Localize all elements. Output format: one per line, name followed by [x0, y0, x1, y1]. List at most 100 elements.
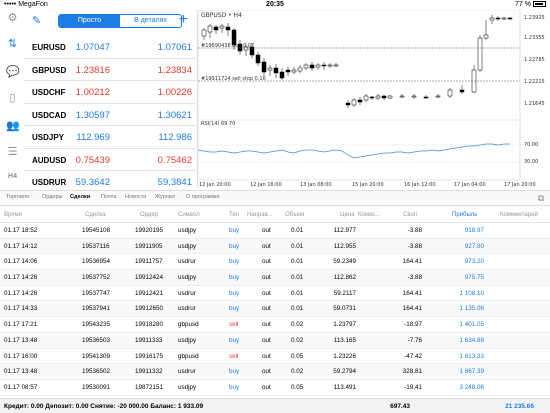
table-cell: 01.17 14:33: [4, 305, 38, 313]
quote-ask[interactable]: 112.986: [158, 132, 192, 143]
users-icon[interactable]: 👥: [6, 120, 20, 133]
table-row[interactable]: 01.17 18:52 19545108 19920195 usdjpy buy out 0…: [0, 223, 550, 239]
chart-panel[interactable]: GBPUSD • H4 #19690438 buy 0.02 #19911724…: [197, 10, 550, 188]
table-cell: 19911333: [135, 336, 163, 344]
quote-bid[interactable]: 112.969: [76, 132, 110, 143]
table-cell: usdrur: [178, 305, 196, 313]
table-cell: -18.97: [404, 321, 422, 329]
tab-mail[interactable]: Почта: [101, 194, 116, 200]
table-row[interactable]: 01.17 13:48 19536503 19911333 usdjpy buy out 0…: [0, 332, 550, 349]
col-swap[interactable]: Своп: [403, 212, 417, 218]
table-cell: 19918280: [135, 321, 164, 329]
document-icon[interactable]: ▯: [6, 92, 19, 105]
col-deal[interactable]: Сделка: [85, 212, 106, 218]
profit-total: 21 235.66: [505, 403, 534, 410]
candle-body: [315, 64, 321, 68]
table-row[interactable]: 01.17 14:06 19536954 19911757 usdrur buy out 0…: [0, 254, 550, 271]
table-cell: -3.88: [407, 227, 422, 234]
candle-body: [501, 17, 507, 20]
quote-bid[interactable]: 0.75439: [76, 155, 110, 166]
tab-journal[interactable]: Журнал: [155, 194, 175, 200]
price-chart[interactable]: [198, 10, 550, 188]
table-row[interactable]: 01.17 16:00 19541309 19916175 gbpusd sell out…: [0, 349, 550, 365]
table-row[interactable]: 01.17 14:33 19537941 19912650 usdrur buy out 0…: [0, 301, 550, 318]
col-direction[interactable]: Направ...: [247, 212, 273, 218]
table-cell: 19536503: [82, 336, 111, 344]
table-row[interactable]: 01.17 14:26 19537752 19912424 usdjpy buy out 0…: [0, 270, 550, 286]
table-cell: 918.97: [464, 227, 484, 234]
layout-settings-icon[interactable]: ⧉: [538, 193, 544, 204]
chat-icon[interactable]: 💬: [6, 66, 20, 79]
col-comment[interactable]: Комментарий: [500, 212, 538, 218]
col-profit[interactable]: Прибыль: [452, 212, 477, 218]
tab-news[interactable]: Новости: [125, 194, 146, 200]
table-cell: gbpusd: [178, 321, 199, 329]
quote-row[interactable]: EURUSD 1.07047 1.07061: [24, 36, 196, 59]
table-cell: 19537752: [82, 274, 111, 282]
table-row[interactable]: 01.17 13:48 19536502 19911332 usdrur buy out 0…: [0, 364, 550, 380]
table-row[interactable]: 01.17 08:57 19530091 19872151 usdjpy buy out 0…: [0, 380, 550, 396]
col-symbol[interactable]: Символ: [178, 212, 200, 218]
table-cell: 01.17 14:12: [4, 242, 38, 250]
quote-row[interactable]: GBPUSD 1.23816 1.23834: [24, 59, 196, 81]
quotes-toolbar: ✎ Просто В деталях +: [24, 10, 196, 32]
table-cell: out: [262, 258, 271, 266]
table-cell: 19537747: [82, 289, 111, 297]
table-cell: usdjpy: [178, 242, 197, 250]
history-icon[interactable]: ☰: [6, 146, 19, 159]
timeframe-h4-icon[interactable]: H4: [6, 170, 19, 183]
col-order[interactable]: Ордер: [140, 212, 158, 218]
battery-percent: 77 %: [515, 1, 531, 8]
mode-simple-button[interactable]: Просто: [59, 15, 120, 27]
candle-body: [387, 95, 393, 99]
quotes-panel: ✎ Просто В деталях + EURUSD 1.07047 1.0706…: [24, 10, 196, 194]
price-tick: 1.23925: [524, 15, 545, 21]
gear-icon[interactable]: ⚙: [6, 12, 19, 25]
table-cell: 1 813.33: [459, 352, 484, 360]
quote-ask[interactable]: 59.3841: [158, 177, 192, 188]
quote-row[interactable]: USDCAD 1.30597 1.30621: [24, 104, 196, 126]
quote-bid[interactable]: 59.3642: [76, 177, 110, 188]
pencil-icon[interactable]: ✎: [32, 14, 46, 28]
col-commission[interactable]: Комис...: [358, 212, 380, 218]
quote-ask[interactable]: 1.23834: [158, 65, 192, 76]
table-row[interactable]: 01.17 14:12 19537116 19911905 usdjpy buy out 0…: [0, 238, 550, 255]
quote-ask[interactable]: 0.75462: [158, 155, 192, 166]
time-tick: 12 Jan 20:00: [199, 182, 231, 188]
quote-ask[interactable]: 1.00226: [158, 87, 192, 98]
tab-orders[interactable]: Ордеры: [42, 194, 63, 200]
quote-bid[interactable]: 1.07047: [76, 42, 110, 53]
tab-about[interactable]: О программе: [186, 194, 220, 200]
table-cell: buy: [229, 242, 240, 250]
table-cell: 1 634.88: [459, 336, 484, 344]
quote-row[interactable]: USDCHF 1.00212 1.00226: [24, 81, 196, 104]
candle-body: [381, 95, 387, 99]
candle-body: [261, 61, 267, 73]
table-cell: 0.02: [291, 336, 304, 344]
price-tick: 1.23355: [524, 35, 545, 41]
table-row[interactable]: 01.17 14:26 19537747 19912421 usdrur buy out 0…: [0, 286, 550, 302]
quote-bid[interactable]: 1.30597: [76, 110, 110, 121]
col-time[interactable]: Время: [4, 212, 22, 218]
quote-ask[interactable]: 1.07061: [158, 42, 192, 53]
table-cell: 328.81: [402, 368, 422, 376]
table-cell: out: [262, 383, 271, 391]
quote-bid[interactable]: 1.00212: [76, 87, 110, 98]
col-volume[interactable]: Объем: [285, 212, 304, 218]
quote-bid[interactable]: 1.23816: [76, 65, 110, 76]
quote-ask[interactable]: 1.30621: [158, 110, 192, 121]
quote-row[interactable]: USDJPY 112.969 112.986: [24, 126, 196, 149]
table-cell: usdjpy: [178, 336, 197, 344]
candle-body: [273, 67, 279, 74]
col-type[interactable]: Тип: [229, 212, 239, 218]
table-cell: 19911905: [135, 242, 163, 250]
col-price[interactable]: Цена: [340, 212, 354, 218]
tab-trade[interactable]: Торговля: [6, 194, 29, 200]
quote-row[interactable]: AUDUSD 0.75439 0.75462: [24, 149, 196, 171]
tab-deals[interactable]: Сделки: [70, 194, 90, 200]
table-row[interactable]: 01.17 17:21 19543235 19918280 gbpusd sell out…: [0, 317, 550, 333]
table-cell: 01.17 14:26: [4, 274, 38, 282]
add-symbol-icon[interactable]: +: [179, 11, 188, 29]
mode-detail-button[interactable]: В деталях: [120, 15, 181, 27]
quotes-exchange-icon[interactable]: ⇅: [6, 38, 19, 51]
